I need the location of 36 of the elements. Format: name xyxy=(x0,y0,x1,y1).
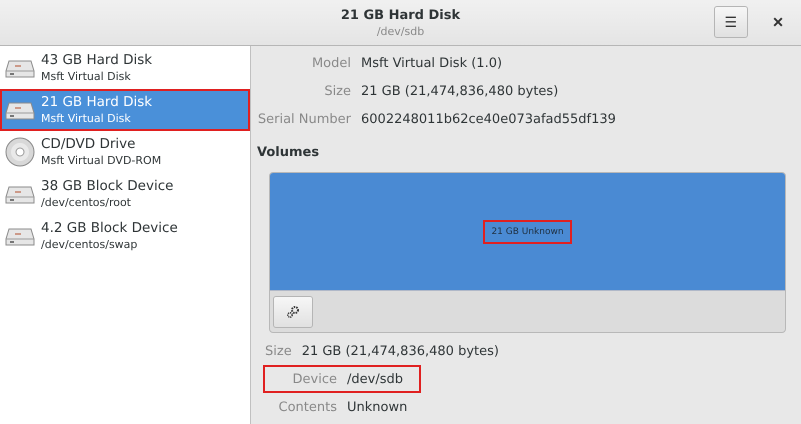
sidebar-item[interactable]: 4.2 GB Block Device /dev/centos/swap xyxy=(0,215,250,257)
gears-icon xyxy=(286,304,300,318)
field-value: Msft Virtual Disk (1.0) xyxy=(361,55,504,73)
drive-model: /dev/centos/root xyxy=(41,195,132,210)
field-label: Size xyxy=(265,344,292,358)
drive-model: Msft Virtual DVD-ROM xyxy=(41,153,162,168)
drive-model: /dev/centos/swap xyxy=(41,237,138,252)
partition-label: 21 GB Unknown xyxy=(483,220,572,244)
drive-model: Msft Virtual Disk xyxy=(41,111,132,126)
drive-name: 4.2 GB Block Device xyxy=(41,220,178,237)
sidebar-item[interactable]: 38 GB Block Device /dev/centos/root xyxy=(0,173,250,215)
window-title: 21 GB Hard Disk xyxy=(340,8,460,22)
sidebar-item[interactable]: CD/DVD Drive Msft Virtual DVD-ROM xyxy=(0,131,250,173)
menu-button[interactable]: ☰ xyxy=(714,6,748,38)
settings-button[interactable] xyxy=(273,296,313,328)
field-value: 21 GB (21,474,836,480 bytes) xyxy=(361,83,560,101)
drive-name: 38 GB Block Device xyxy=(41,178,174,195)
field-label: Model xyxy=(310,55,351,73)
field-label: Serial Number xyxy=(257,111,351,129)
window-subtitle: /dev/sdb xyxy=(376,24,424,38)
field-value: Unknown xyxy=(347,398,408,416)
drive-name: CD/DVD Drive xyxy=(41,136,136,153)
field-value: 21 GB (21,474,836,480 bytes) xyxy=(302,342,499,360)
partition-block[interactable]: 21 GB Unknown xyxy=(270,173,785,290)
drive-model: Msft Virtual Disk xyxy=(41,69,132,84)
drive-name: 43 GB Hard Disk xyxy=(41,52,152,69)
drive-name: 21 GB Hard Disk xyxy=(41,94,152,111)
section-heading: Volumes xyxy=(257,145,320,160)
disc-icon xyxy=(5,137,35,167)
field-value: /dev/sdb xyxy=(347,370,403,388)
close-button[interactable]: × xyxy=(766,8,790,36)
field-label: Size xyxy=(323,83,351,101)
sidebar-item[interactable]: 43 GB Hard Disk Msft Virtual Disk xyxy=(0,47,250,89)
field-label: Device xyxy=(292,372,337,386)
field-label: Contents xyxy=(278,400,337,414)
field-value: 6002248011b62ce40e073afad55df139 xyxy=(361,111,617,129)
